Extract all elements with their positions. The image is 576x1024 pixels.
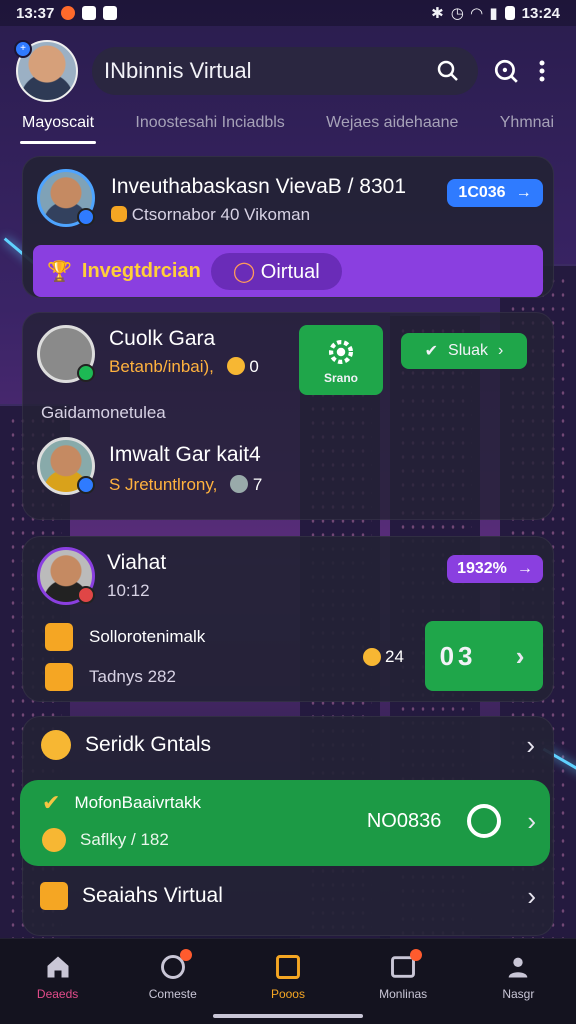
green-value-row: NO0836 › xyxy=(367,804,536,838)
profile-icon xyxy=(509,957,528,978)
trophy-icon: 🏆 xyxy=(47,260,72,283)
app-icon xyxy=(82,6,97,20)
player1-name: Cuolk Gara xyxy=(109,327,216,350)
tab-3[interactable]: Yhmnai xyxy=(500,110,554,144)
search-icon[interactable] xyxy=(430,53,466,89)
circle-icon: ◯ xyxy=(232,260,256,283)
battery-icon xyxy=(504,6,515,20)
gear-icon xyxy=(328,339,354,365)
status-bar: 13:37 ✱ ◷ ◠ ▮ 13:24 xyxy=(0,0,576,26)
player2-avatar xyxy=(37,437,95,495)
verified-icon xyxy=(77,208,95,226)
tab-bar: Mayoscait Inoostesahi Inciadbls Wejaes a… xyxy=(0,110,576,144)
stats-row-1: Sollorotenimalk xyxy=(45,623,205,651)
green-row-1: ✔ MofonBaaivrtakk xyxy=(42,790,202,815)
clock: 13:37 xyxy=(16,4,55,22)
score-button[interactable]: 03 › xyxy=(425,621,543,691)
dollar-coin-icon xyxy=(41,730,71,760)
menu-item-3[interactable]: Seaiahs Virtual › xyxy=(40,876,536,916)
wifi-icon: ◠ xyxy=(470,5,483,22)
nav-home[interactable]: Deaeds xyxy=(8,953,108,1024)
arrow-right-icon: → xyxy=(516,560,533,577)
signal-icon: ▮ xyxy=(489,5,498,22)
folder-icon xyxy=(276,955,300,979)
stats-badge-button[interactable]: 1932% → xyxy=(447,555,543,583)
notification-icon xyxy=(61,6,76,20)
notification-dot xyxy=(179,949,192,961)
chat-icon xyxy=(158,949,192,981)
app-icon xyxy=(103,6,118,20)
profile-subtitle: Ctsornabor 40 Vikoman xyxy=(111,205,310,225)
status-pill-button[interactable]: ✔ Sluak › xyxy=(401,333,527,369)
mail-icon xyxy=(45,663,73,691)
settings-button[interactable]: Srano xyxy=(299,325,383,395)
nav-profile[interactable]: Nasgr xyxy=(468,953,568,1024)
nav-messages[interactable]: Monlinas xyxy=(353,949,453,1024)
clock-right: 13:24 xyxy=(521,4,560,22)
coin-icon xyxy=(230,475,249,493)
menu-green-item[interactable]: ✔ MofonBaaivrtakk Saflky / 182 NO0836 › xyxy=(20,780,550,866)
home-indicator[interactable] xyxy=(213,1014,363,1018)
chevron-right-icon: › xyxy=(526,729,535,760)
timer-icon xyxy=(467,804,502,838)
chevron-right-icon: › xyxy=(498,342,504,359)
tab-1[interactable]: Inoostesahi Inciadbls xyxy=(135,110,284,144)
tab-2[interactable]: Wejaes aidehaane xyxy=(326,110,458,144)
verified-icon xyxy=(77,476,95,494)
investment-banner[interactable]: 🏆 Invegtdrcian ◯ Oirtual xyxy=(33,245,543,297)
player2-name: Imwalt Gar kait4 xyxy=(109,443,261,466)
coin-icon xyxy=(42,828,66,852)
bluetooth-icon: ✱ xyxy=(431,5,444,22)
player1-sub: Betanb/inbai), 0 xyxy=(109,357,259,376)
inbox-icon xyxy=(388,949,423,981)
online-icon xyxy=(77,364,95,382)
mail-icon xyxy=(40,882,68,910)
home-icon xyxy=(47,956,69,978)
coin-count: 24 xyxy=(363,647,404,667)
virtual-chip[interactable]: ◯ Oirtual xyxy=(210,252,342,290)
check-icon: ✔ xyxy=(42,790,61,815)
game-card: Cuolk Gara Betanb/inbai), 0 Srano ✔ Slua… xyxy=(22,312,554,520)
chevron-right-icon: › xyxy=(527,880,536,911)
stats-time: 10:12 xyxy=(107,581,150,600)
stats-card[interactable]: Viahat 10:12 1932% → Sollorotenimalk Tadn… xyxy=(22,536,554,702)
stats-avatar xyxy=(37,547,95,605)
section-label: Gaidamonetulea xyxy=(41,403,166,422)
profile-badge-button[interactable]: 1C036 → xyxy=(447,179,543,207)
alert-icon xyxy=(77,586,95,604)
check-icon: ✔ xyxy=(424,343,439,360)
bottom-nav: Deaeds Comeste Pooos Monlinas Nasgr xyxy=(0,938,576,1024)
lock-icon xyxy=(111,206,127,222)
search-title: INbinnis Virtual xyxy=(104,58,252,83)
player1-avatar xyxy=(37,325,95,383)
chevron-right-icon: › xyxy=(527,805,536,836)
profile-avatar xyxy=(37,169,95,227)
zoom-search-icon[interactable] xyxy=(488,53,524,89)
coin-icon xyxy=(226,357,245,375)
more-options-icon[interactable] xyxy=(524,53,560,89)
green-row-2: Saflky / 182 xyxy=(42,828,169,852)
profile-card[interactable]: Inveuthabaskasn VievaB / 8301 Ctsornabor… xyxy=(22,156,554,298)
arrow-right-icon: → xyxy=(515,184,532,201)
chevron-right-icon: › xyxy=(515,640,529,671)
stats-row-2: Tadnys 282 xyxy=(45,663,176,691)
search-bar[interactable]: INbinnis Virtual xyxy=(92,47,478,95)
stats-name: Viahat xyxy=(107,551,167,574)
coin-icon xyxy=(363,648,381,666)
profile-title: Inveuthabaskasn VievaB / 8301 xyxy=(111,175,406,198)
verified-icon: + xyxy=(14,40,32,58)
nav-chat[interactable]: Comeste xyxy=(123,949,223,1024)
box-icon xyxy=(45,623,73,651)
alarm-icon: ◷ xyxy=(450,5,464,22)
menu-item-1[interactable]: Seridk Gntals › xyxy=(23,717,553,773)
top-bar: + INbinnis Virtual xyxy=(14,36,560,106)
tab-0[interactable]: Mayoscait xyxy=(19,110,97,144)
player2-sub: S Jretuntlrony, 7 xyxy=(109,475,263,494)
user-avatar[interactable]: + xyxy=(14,40,78,102)
notification-dot xyxy=(410,949,423,961)
